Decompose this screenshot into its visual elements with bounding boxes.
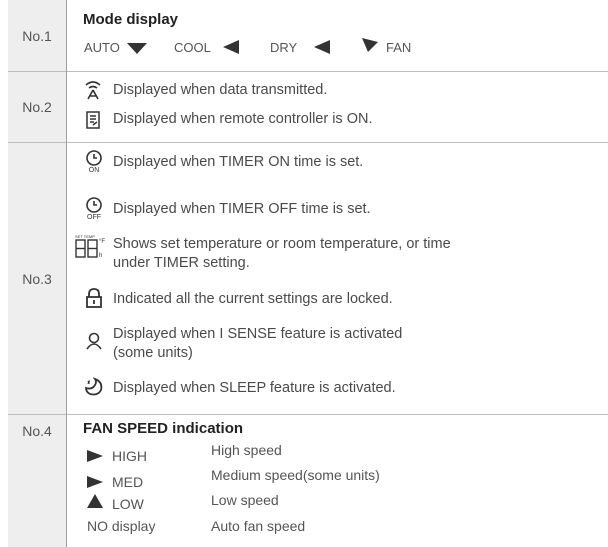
mode-display-table: No.1 Mode display AUTO COOL DRY FAN No.2…	[8, 0, 608, 547]
fan-speed-high-label: HIGH	[112, 448, 147, 464]
timer-on-icon: ON	[85, 149, 103, 174]
hour-label: h	[99, 253, 103, 259]
row-no4: No.4 FAN SPEED indication HIGH High spee…	[8, 415, 608, 547]
row-number: No.4	[8, 415, 66, 547]
temperature-description-line2: under TIMER setting.	[113, 255, 250, 271]
fan-speed-auto-desc: Auto fan speed	[211, 518, 306, 534]
remote-on-icon	[85, 110, 101, 130]
column-divider	[66, 0, 67, 547]
fan-speed-low-label: LOW	[112, 496, 144, 512]
temperature-description-line1: Shows set temperature or room temperatur…	[113, 236, 451, 252]
remote-on-description: Displayed when remote controller is ON.	[113, 111, 373, 127]
transmit-icon	[84, 80, 102, 100]
i-sense-description-line2: (some units)	[113, 345, 193, 361]
sleep-description: Displayed when SLEEP feature is activate…	[113, 380, 396, 396]
timer-on-icon-label: ON	[88, 167, 100, 174]
fan-speed-auto-label: NO display	[87, 518, 156, 534]
timer-off-description: Displayed when TIMER OFF time is set.	[113, 201, 371, 217]
fan-speed-heading: FAN SPEED indication	[83, 420, 244, 437]
lock-description: Indicated all the current settings are l…	[113, 291, 393, 307]
triangle-up-left-icon	[87, 494, 103, 508]
timer-off-icon-label: OFF	[87, 214, 101, 221]
triangle-down-left-icon	[362, 38, 378, 54]
fan-speed-high-desc: High speed	[211, 442, 282, 458]
temperature-display-icon: SET TEMP °F h	[75, 234, 105, 266]
sleep-icon	[84, 377, 104, 397]
i-sense-description-line1: Displayed when I SENSE feature is activa…	[113, 326, 403, 342]
row-no1: No.1 Mode display AUTO COOL DRY FAN	[8, 0, 608, 71]
mode-dry-label: DRY	[270, 40, 298, 55]
transmit-description: Displayed when data transmitted.	[113, 82, 328, 98]
fan-speed-med-desc: Medium speed(some units)	[211, 467, 380, 483]
triangle-left-icon	[223, 40, 239, 54]
timer-on-description: Displayed when TIMER ON time is set.	[113, 154, 364, 170]
person-icon	[86, 332, 102, 350]
row-no3: No.3 ON Displayed when TIMER ON time is …	[8, 143, 608, 414]
row-number: No.2	[8, 72, 66, 142]
triangle-down-icon	[127, 41, 147, 55]
row-no2: No.2 Displayed when data transmitted. Di…	[8, 72, 608, 142]
row-number: No.1	[8, 0, 66, 71]
mode-fan-label: FAN	[386, 40, 412, 55]
mode-display-heading: Mode display	[83, 11, 179, 28]
fan-speed-med-label: MED	[112, 474, 144, 490]
triangle-right-icon	[87, 450, 103, 462]
mode-cool-label: COOL	[174, 40, 211, 55]
row-number: No.3	[8, 143, 66, 414]
lock-icon	[85, 288, 103, 308]
timer-off-icon: OFF	[85, 196, 103, 221]
fan-speed-low-desc: Low speed	[211, 492, 279, 508]
triangle-right-icon	[87, 476, 103, 488]
mode-auto-label: AUTO	[84, 40, 120, 55]
fahrenheit-label: °F	[99, 239, 106, 245]
triangle-left-icon	[314, 40, 330, 54]
